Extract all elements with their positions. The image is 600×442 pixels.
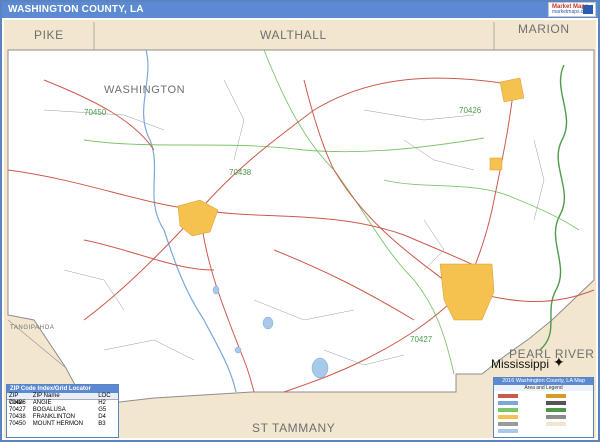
map-legend: 2016 Washington County, LA Map Area and … (493, 377, 594, 438)
legend-river-symbol (498, 401, 518, 405)
legend-neighbor-area-symbol (546, 422, 566, 426)
legend-highway-symbol (546, 394, 566, 398)
name-cell: FRANKLINTON (32, 414, 76, 420)
neighbor-label-st-tammany: ST TAMMANY (252, 421, 336, 435)
zip-label-70450: 70450 (84, 108, 107, 117)
zip-label-70438: 70438 (229, 168, 252, 177)
table-row: 70450 MOUNT HERMON B3 (7, 421, 118, 428)
map-svg (7, 22, 595, 407)
map-title: WASHINGTON COUNTY, LA (8, 4, 144, 15)
zip-code-index-table: ZIP Code Index/Grid Locator ZIP Code ZIP… (6, 384, 119, 438)
loc-cell: H2 (98, 400, 106, 406)
zip-cell: 70426 (9, 400, 26, 406)
table-row: 70427 BOGALUSA G5 (7, 407, 118, 414)
neighbor-label-walthall: WALTHALL (260, 28, 327, 42)
legend-subtitle: Area and Legend (494, 385, 593, 391)
legend-state-line-symbol (546, 408, 566, 412)
legend-water-symbol (498, 429, 518, 433)
name-col-header: ZIP Name (32, 393, 60, 399)
logo-badge-icon (583, 5, 593, 14)
zip-cell: 70438 (9, 414, 26, 420)
loc-cell: G5 (98, 407, 107, 413)
map-canvas[interactable]: PIKE WALTHALL MARION WASHINGTON TANGIPAH… (4, 20, 596, 438)
legend-railroad-symbol (546, 401, 566, 405)
loc-col-header: LOC (98, 393, 111, 399)
zip-cell: 70450 (9, 421, 26, 427)
county-label-washington: WASHINGTON (104, 84, 186, 96)
varnado-area (489, 157, 503, 171)
table-row: 70438 FRANKLINTON D4 (7, 414, 118, 421)
title-bar: WASHINGTON COUNTY, LA (2, 2, 598, 18)
zip-col-header: ZIP Code (9, 393, 24, 406)
neighbor-label-pike: PIKE (34, 28, 64, 42)
zip-label-70426: 70426 (459, 106, 482, 115)
legend-symbols (496, 392, 592, 437)
name-cell: MOUNT HERMON (32, 421, 84, 427)
zip-label-70427: 70427 (410, 335, 433, 344)
neighbor-label-marion: MARION (518, 22, 570, 36)
angie-area (499, 77, 525, 103)
name-cell: BOGALUSA (32, 407, 66, 413)
publisher-logo: Market Maps marketmaps.com (548, 2, 596, 17)
legend-road-symbol (498, 394, 518, 398)
zip-cell: 70427 (9, 407, 26, 413)
loc-cell: B3 (98, 421, 106, 427)
legend-title: 2016 Washington County, LA Map (494, 378, 593, 385)
loc-cell: D4 (98, 414, 106, 420)
zip-table-header: ZIP Code ZIP Name LOC (7, 393, 118, 406)
zip-table-title: ZIP Code Index/Grid Locator (7, 385, 118, 393)
legend-county-line-symbol (546, 415, 566, 419)
state-label-mississippi: Mississippi (491, 357, 550, 371)
name-cell: ANGIE (32, 400, 52, 406)
legend-town-symbol (498, 415, 518, 419)
legend-minor-road-symbol (498, 422, 518, 426)
table-row: 70426 ANGIE H2 (7, 400, 118, 407)
compass-rose-icon: ✦ (553, 354, 565, 370)
legend-zip-boundary-symbol (498, 408, 518, 412)
neighbor-label-tangipahoa: TANGIPAHOA (10, 325, 55, 331)
